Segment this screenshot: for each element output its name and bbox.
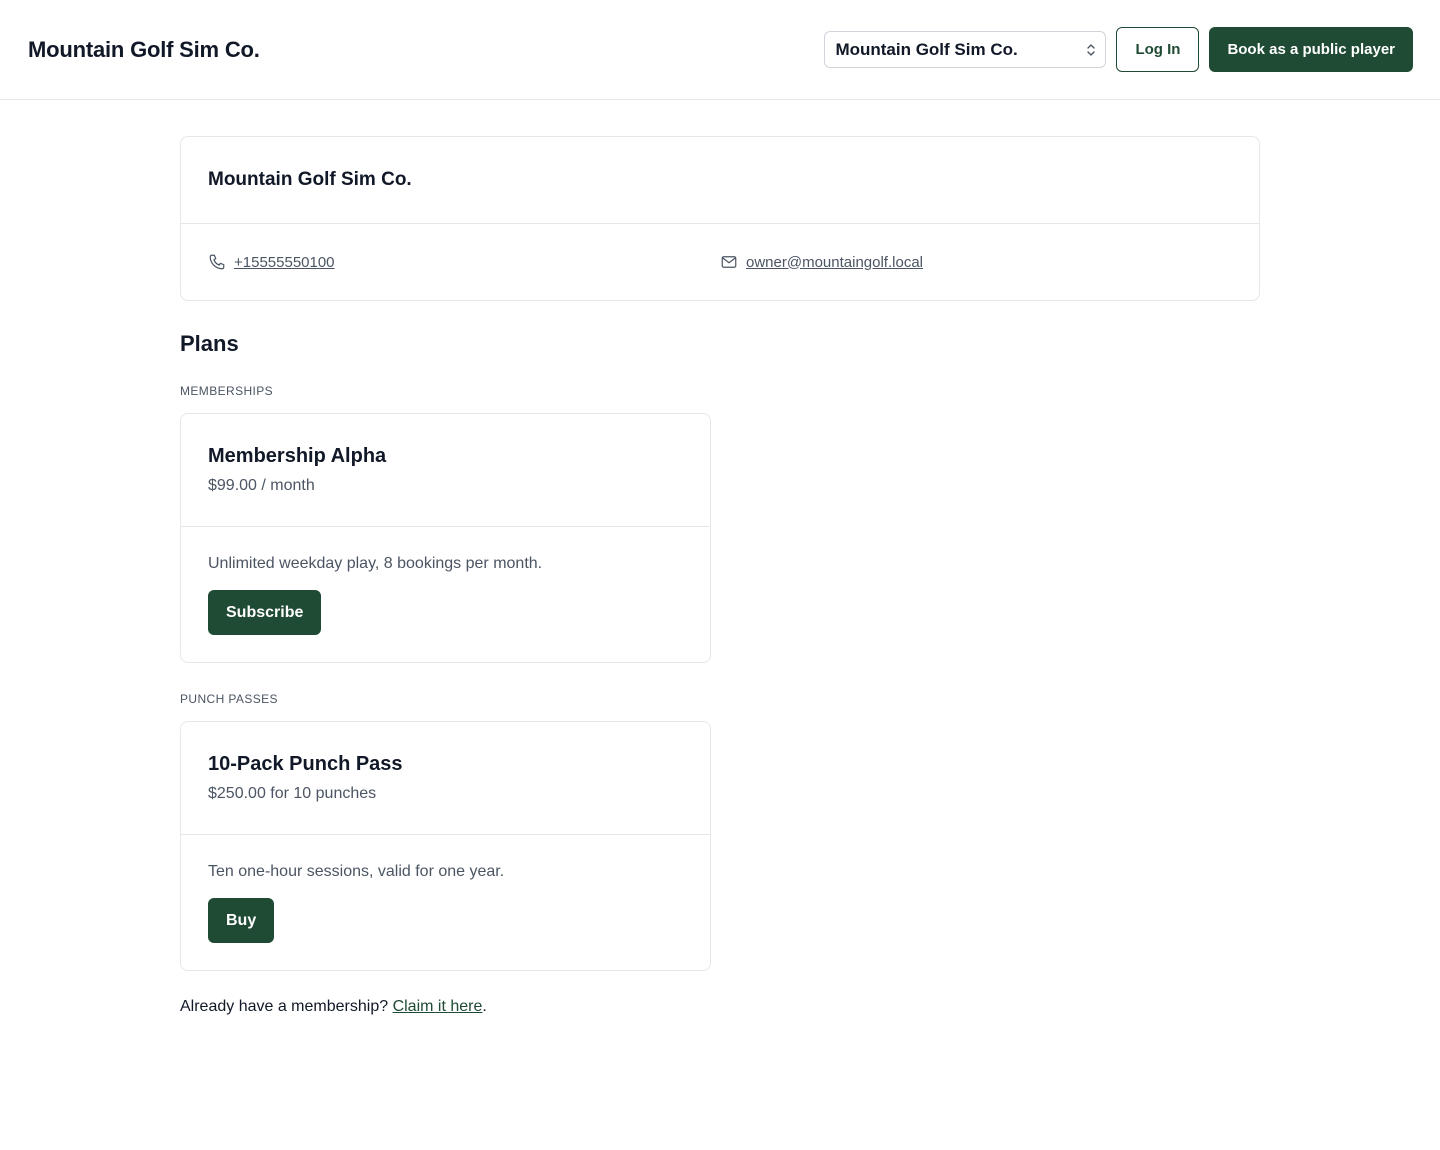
membership-price: $99.00 / month bbox=[208, 477, 315, 494]
buy-button[interactable]: Buy bbox=[208, 898, 275, 943]
claim-membership-text: Already have a membership? Claim it here… bbox=[180, 998, 1260, 1016]
venue-info-card: Mountain Golf Sim Co. +15555550100 owner… bbox=[180, 136, 1260, 301]
membership-card: Membership Alpha $99.00 / month Unlimite… bbox=[180, 413, 711, 663]
chevron-up-down-icon bbox=[1086, 42, 1096, 58]
phone-icon bbox=[208, 253, 226, 271]
login-button[interactable]: Log In bbox=[1116, 27, 1200, 72]
email-contact: owner@mountaingolf.local bbox=[720, 253, 1232, 271]
claim-prefix: Already have a membership? bbox=[180, 998, 393, 1015]
venue-select-value: Mountain Golf Sim Co. bbox=[835, 39, 1018, 59]
punch-pass-card-header: 10-Pack Punch Pass $250.00 for 10 punche… bbox=[181, 722, 710, 835]
phone-contact: +15555550100 bbox=[208, 253, 720, 271]
punch-pass-name: 10-Pack Punch Pass bbox=[208, 753, 403, 775]
membership-card-body: Unlimited weekday play, 8 bookings per m… bbox=[181, 527, 710, 662]
punch-pass-description: Ten one-hour sessions, valid for one yea… bbox=[208, 863, 505, 880]
membership-description: Unlimited weekday play, 8 bookings per m… bbox=[208, 555, 543, 572]
subscribe-button[interactable]: Subscribe bbox=[208, 590, 322, 635]
venue-contacts: +15555550100 owner@mountaingolf.local bbox=[181, 224, 1259, 300]
punch-pass-price: $250.00 for 10 punches bbox=[208, 785, 377, 802]
punch-passes-label: PUNCH PASSES bbox=[180, 692, 278, 706]
punch-pass-card: 10-Pack Punch Pass $250.00 for 10 punche… bbox=[180, 721, 711, 971]
brand-title: Mountain Golf Sim Co. bbox=[28, 36, 260, 62]
punch-pass-card-body: Ten one-hour sessions, valid for one yea… bbox=[181, 835, 710, 970]
main-content: Mountain Golf Sim Co. +15555550100 owner… bbox=[180, 136, 1260, 1016]
phone-link[interactable]: +15555550100 bbox=[234, 254, 335, 271]
venue-name: Mountain Golf Sim Co. bbox=[181, 137, 1259, 224]
claim-suffix: . bbox=[482, 998, 487, 1015]
memberships-label: MEMBERSHIPS bbox=[180, 384, 274, 398]
top-bar-actions: Mountain Golf Sim Co. Log In Book as a p… bbox=[824, 27, 1413, 72]
plans-heading: Plans bbox=[180, 331, 239, 356]
email-link[interactable]: owner@mountaingolf.local bbox=[746, 254, 923, 271]
mail-icon bbox=[720, 253, 738, 271]
book-public-player-button[interactable]: Book as a public player bbox=[1209, 27, 1413, 72]
top-bar: Mountain Golf Sim Co. Mountain Golf Sim … bbox=[0, 0, 1440, 100]
membership-card-header: Membership Alpha $99.00 / month bbox=[181, 414, 710, 527]
venue-select[interactable]: Mountain Golf Sim Co. bbox=[824, 31, 1107, 68]
membership-name: Membership Alpha bbox=[208, 445, 387, 467]
claim-link[interactable]: Claim it here bbox=[393, 998, 483, 1015]
